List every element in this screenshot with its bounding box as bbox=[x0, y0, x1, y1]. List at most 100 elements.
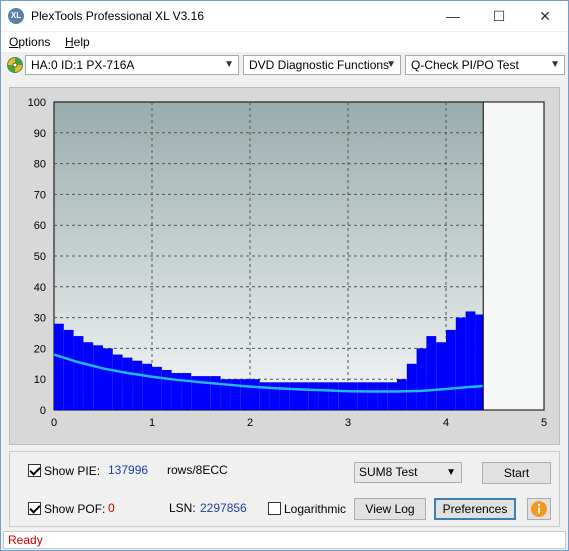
y-tick-label: 70 bbox=[34, 189, 46, 201]
show-pof-label: Show POF: bbox=[44, 502, 106, 516]
x-tick-label: 4 bbox=[443, 417, 449, 429]
menu-help-rest: elp bbox=[73, 35, 90, 49]
app-logo-icon: XL bbox=[8, 8, 24, 24]
y-tick-label: 100 bbox=[28, 97, 46, 109]
controls-panel: Show PIE: 137996 rows/8ECC SUM8 Test ▼ S… bbox=[9, 451, 560, 527]
title-bar: XL PlexTools Professional XL V3.16 — ☐ ✕ bbox=[1, 1, 568, 31]
show-pof-checkbox[interactable] bbox=[28, 502, 41, 515]
test-type-select[interactable]: Q-Check PI/PO Test ▼ bbox=[405, 55, 565, 75]
main-window: XL PlexTools Professional XL V3.16 — ☐ ✕… bbox=[0, 0, 569, 551]
pie-bar bbox=[63, 329, 74, 410]
pie-bar bbox=[387, 382, 397, 410]
drive-select[interactable]: HA:0 ID:1 PX-716A ▼ bbox=[25, 55, 239, 75]
pie-bar bbox=[465, 311, 476, 410]
y-tick-label: 50 bbox=[34, 251, 46, 263]
drive-select-value: HA:0 ID:1 PX-716A bbox=[31, 58, 135, 72]
info-button[interactable] bbox=[527, 498, 551, 520]
view-log-button[interactable]: View Log bbox=[354, 498, 426, 520]
x-tick-label: 5 bbox=[541, 417, 547, 429]
y-tick-label: 60 bbox=[34, 220, 46, 232]
preferences-button[interactable]: Preferences bbox=[434, 498, 516, 520]
x-tick-label: 0 bbox=[51, 417, 57, 429]
info-icon bbox=[531, 501, 547, 517]
window-title: PlexTools Professional XL V3.16 bbox=[31, 9, 204, 23]
y-tick-label: 80 bbox=[34, 159, 46, 171]
pie-bar bbox=[367, 382, 378, 410]
menu-bar: Options Help bbox=[1, 32, 568, 52]
pie-bar bbox=[83, 342, 94, 410]
status-bar: Ready bbox=[3, 531, 566, 549]
y-tick-label: 10 bbox=[34, 374, 46, 386]
y-tick-label: 30 bbox=[34, 313, 46, 325]
chevron-down-icon: ▼ bbox=[446, 467, 456, 478]
show-pie-label: Show PIE: bbox=[44, 464, 101, 478]
menu-options[interactable]: Options bbox=[9, 35, 50, 49]
lsn-value: 2297856 bbox=[200, 501, 247, 515]
x-tick-label: 1 bbox=[149, 417, 155, 429]
pie-bar bbox=[446, 329, 456, 410]
close-button[interactable]: ✕ bbox=[522, 1, 568, 31]
y-axis-ticks: 0 10 20 30 40 50 60 70 80 90 100 bbox=[28, 97, 46, 417]
logarithmic-label: Logarithmic bbox=[284, 502, 347, 516]
pie-bar bbox=[338, 382, 348, 410]
y-tick-label: 40 bbox=[34, 282, 46, 294]
x-tick-label: 3 bbox=[345, 417, 351, 429]
pie-bar bbox=[142, 363, 152, 410]
pie-bar bbox=[475, 314, 484, 410]
function-select-value: DVD Diagnostic Functions bbox=[249, 58, 390, 72]
pie-bar bbox=[240, 379, 250, 410]
function-select[interactable]: DVD Diagnostic Functions ▼ bbox=[243, 55, 401, 75]
pie-bar bbox=[416, 348, 427, 410]
pie-bar bbox=[152, 366, 162, 410]
pie-bar bbox=[54, 323, 64, 410]
chevron-down-icon: ▼ bbox=[224, 59, 234, 70]
pie-bar bbox=[93, 345, 103, 410]
pie-bar bbox=[181, 373, 192, 410]
pie-bar bbox=[406, 363, 417, 410]
pie-bar bbox=[299, 382, 309, 410]
chevron-down-icon: ▼ bbox=[550, 59, 560, 70]
logarithmic-checkbox[interactable] bbox=[268, 502, 281, 515]
start-button[interactable]: Start bbox=[482, 462, 551, 484]
pie-bar bbox=[73, 336, 84, 410]
menu-options-mnemonic: O bbox=[9, 35, 19, 49]
pie-bar bbox=[455, 317, 466, 410]
pie-po-chart: 0 10 20 30 40 50 60 70 80 90 100 0 1 2 3 4 5 bbox=[28, 97, 547, 429]
toolbar: HA:0 ID:1 PX-716A ▼ DVD Diagnostic Funct… bbox=[1, 53, 568, 79]
rows-unit-label: rows/8ECC bbox=[167, 463, 228, 477]
lsn-label: LSN: bbox=[169, 501, 196, 515]
pie-bar bbox=[279, 382, 290, 410]
pie-bar bbox=[269, 382, 280, 410]
test-mode-value: SUM8 Test bbox=[359, 465, 418, 479]
status-text: Ready bbox=[8, 533, 43, 547]
pie-bar bbox=[210, 376, 221, 410]
menu-help-mnemonic: H bbox=[65, 35, 74, 49]
menu-options-rest: ptions bbox=[18, 35, 51, 49]
pie-bar bbox=[397, 379, 407, 410]
pie-bar bbox=[250, 379, 260, 410]
minimize-button[interactable]: — bbox=[430, 1, 476, 31]
pie-bar bbox=[357, 382, 368, 410]
chevron-down-icon: ▼ bbox=[386, 59, 396, 70]
show-pie-checkbox[interactable] bbox=[28, 464, 41, 477]
pie-bar bbox=[318, 382, 329, 410]
menu-help[interactable]: Help bbox=[65, 35, 90, 49]
test-type-select-value: Q-Check PI/PO Test bbox=[411, 58, 519, 72]
pie-bar bbox=[103, 348, 113, 410]
pie-bar bbox=[132, 360, 143, 410]
maximize-button[interactable]: ☐ bbox=[476, 1, 522, 31]
x-tick-label: 2 bbox=[247, 417, 253, 429]
test-mode-select[interactable]: SUM8 Test ▼ bbox=[354, 462, 462, 483]
pie-bar bbox=[426, 336, 437, 410]
pie-bar bbox=[308, 382, 319, 410]
y-tick-label: 20 bbox=[34, 343, 46, 355]
pie-bar bbox=[161, 369, 172, 410]
chart-panel: 0 10 20 30 40 50 60 70 80 90 100 0 1 2 3 4 5 bbox=[9, 87, 560, 445]
pie-bar bbox=[112, 354, 123, 410]
pie-bar bbox=[122, 357, 133, 410]
pie-bar bbox=[377, 382, 388, 410]
unscanned-area bbox=[483, 102, 544, 410]
pie-bar bbox=[289, 382, 299, 410]
y-tick-label: 0 bbox=[40, 405, 46, 417]
x-axis-ticks: 0 1 2 3 4 5 bbox=[51, 417, 547, 429]
